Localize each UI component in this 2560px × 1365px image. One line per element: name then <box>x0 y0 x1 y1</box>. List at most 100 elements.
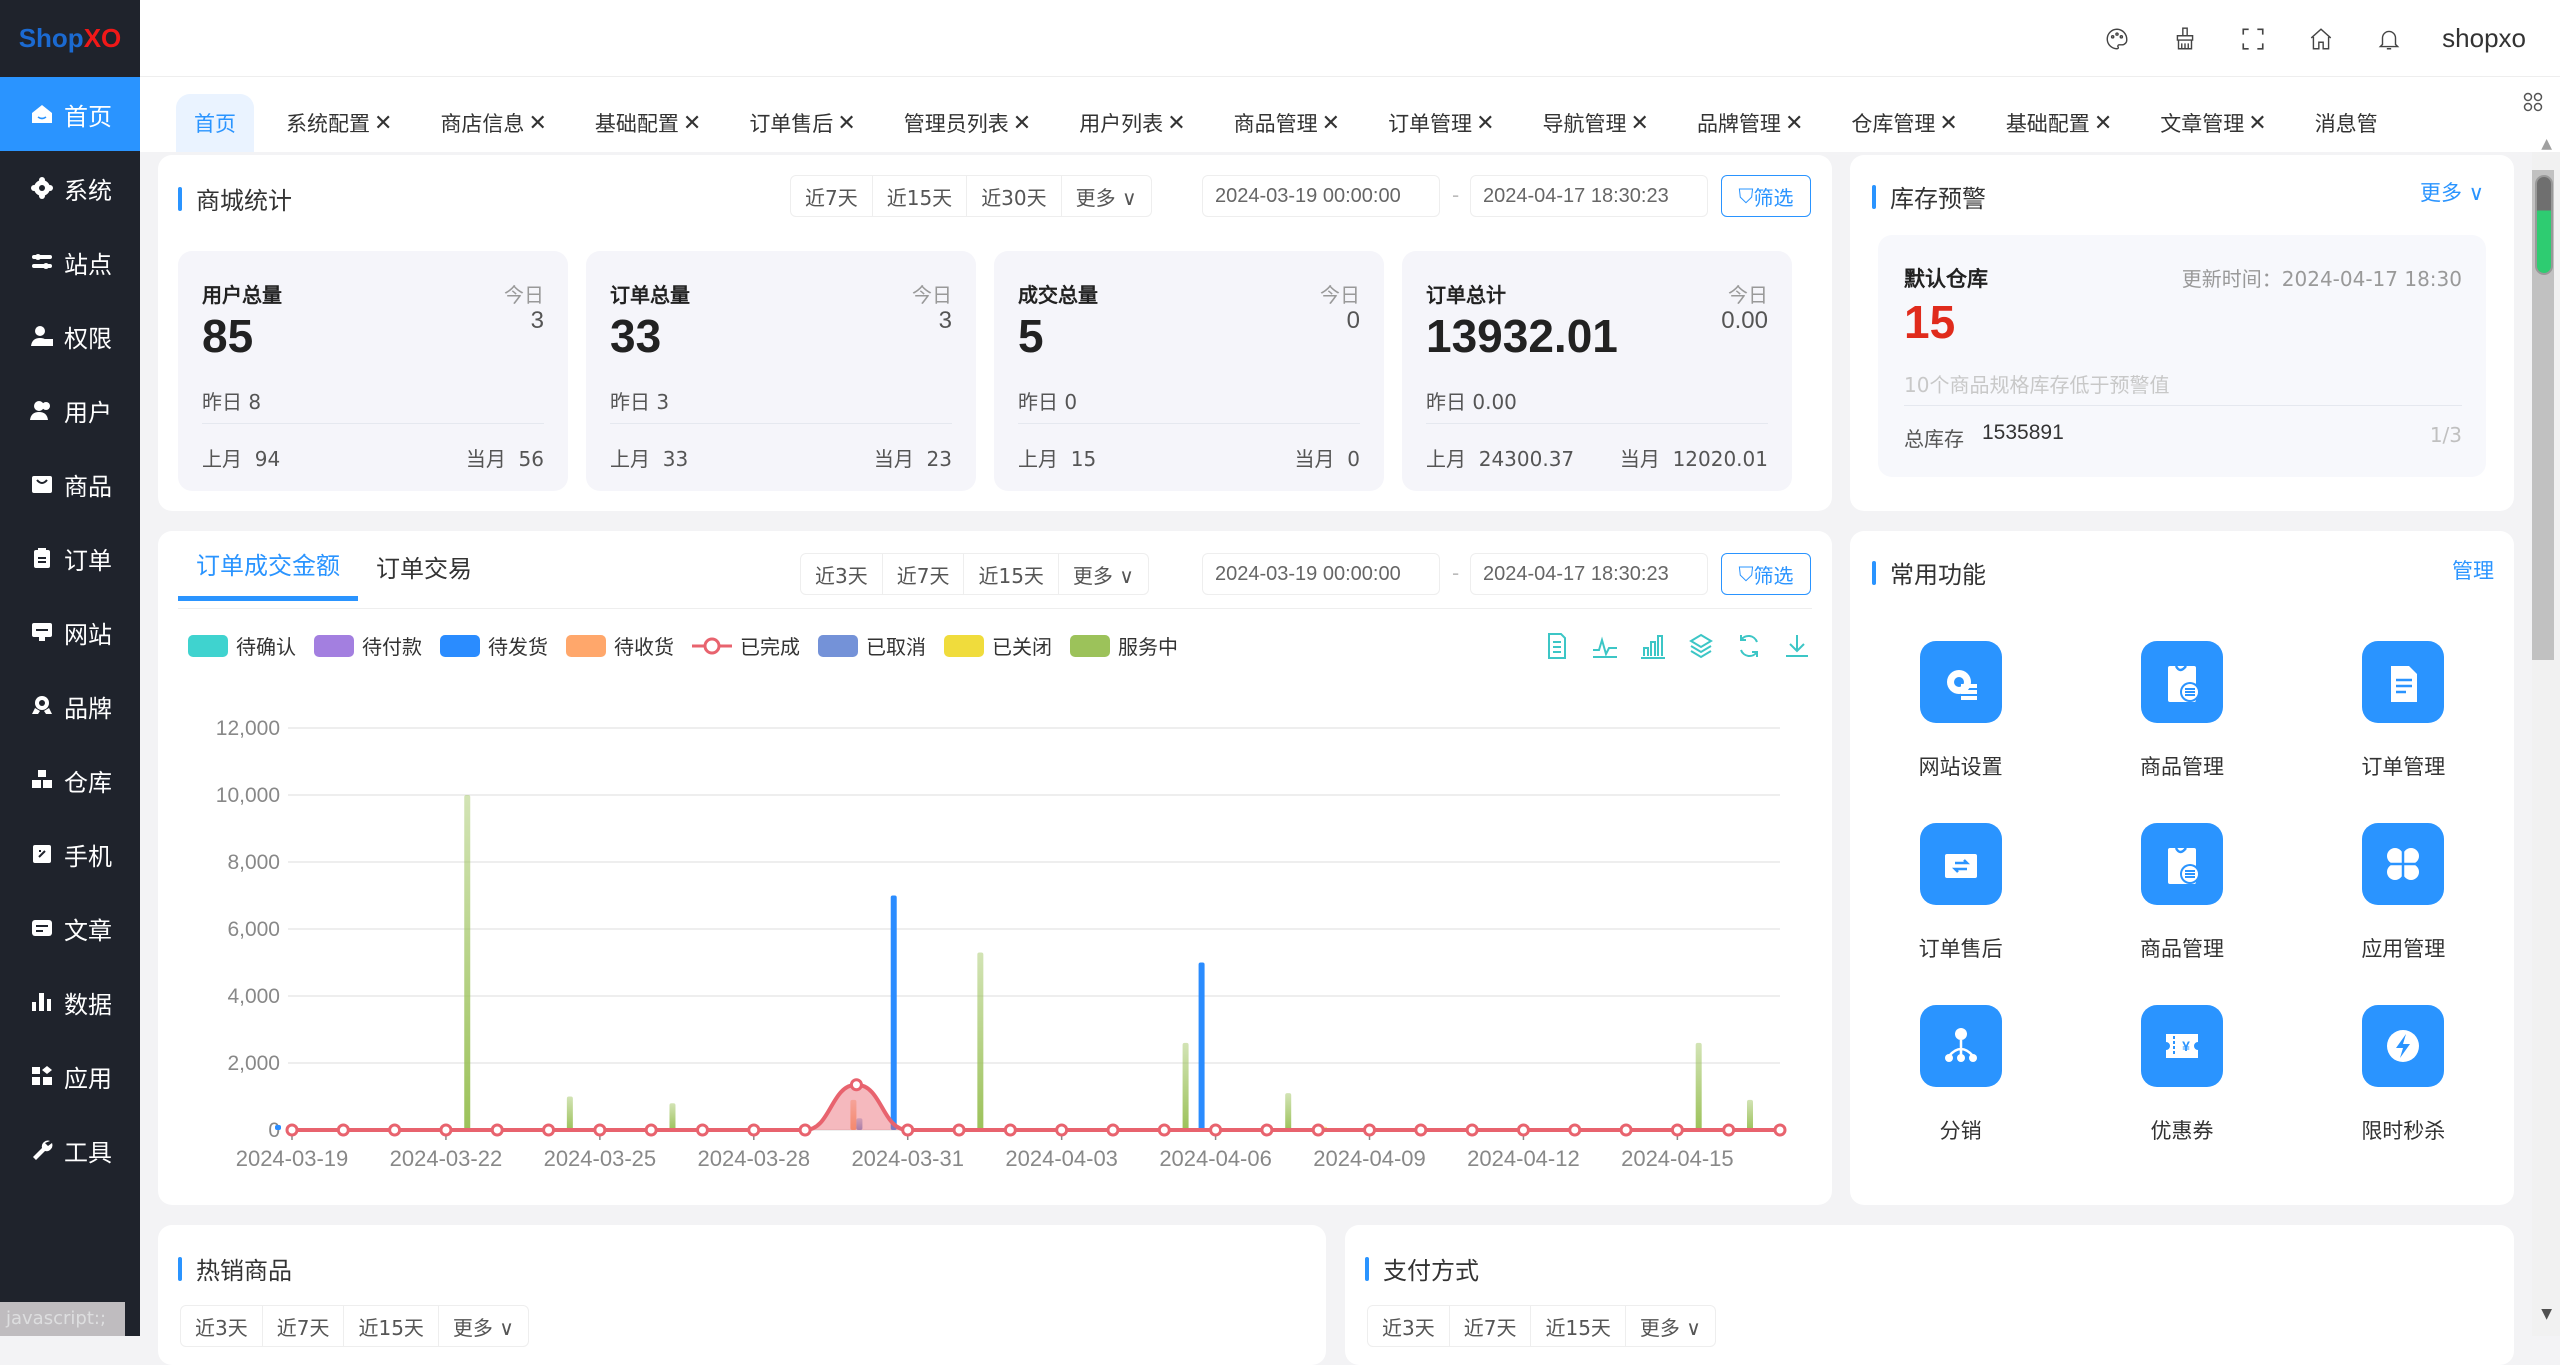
sidebar-item[interactable]: 应用 <box>0 1039 140 1113</box>
close-icon[interactable]: ✕ <box>837 111 855 136</box>
tabs-menu-icon[interactable] <box>2522 91 2546 115</box>
page-tab[interactable]: 订单售后 ✕ <box>733 94 871 152</box>
bell-icon[interactable] <box>2374 24 2404 54</box>
function-item[interactable]: 订单管理 <box>2293 631 2514 813</box>
page-tab[interactable]: 文章管理 ✕ <box>2144 94 2282 152</box>
warehouse-pager[interactable]: 1/3 <box>2430 423 2462 447</box>
range-15-days[interactable]: 近15天 <box>1531 1306 1626 1346</box>
close-icon[interactable]: ✕ <box>528 111 546 136</box>
range-more-dropdown[interactable]: 更多 ∨ <box>1626 1306 1715 1346</box>
range-7-days[interactable]: 近7天 <box>263 1306 345 1346</box>
stat-total-value: 13932.01 <box>1426 310 1618 362</box>
bar <box>1198 962 1205 1130</box>
stat-last-month-value: 15 <box>1070 447 1097 471</box>
sidebar-item[interactable]: 权限 <box>0 299 140 373</box>
start-date-input[interactable]: 2024-03-19 00:00:00 <box>1202 175 1440 217</box>
close-icon[interactable]: ✕ <box>1476 111 1494 136</box>
function-item[interactable]: 商品管理 <box>2071 631 2292 813</box>
function-item[interactable]: 商品管理 <box>2071 813 2292 995</box>
range-3-days[interactable]: 近3天 <box>1368 1306 1450 1346</box>
warehouse-card[interactable]: 默认仓库 更新时间：2024-04-17 18:30 15 10个商品规格库存低… <box>1878 235 2486 477</box>
range-more-dropdown[interactable]: 更多 ∨ <box>1062 176 1151 216</box>
close-icon[interactable]: ✕ <box>1322 111 1340 136</box>
range-15-days[interactable]: 近15天 <box>873 176 968 216</box>
close-icon[interactable]: ✕ <box>1785 111 1803 136</box>
sidebar-item[interactable]: 系统 <box>0 151 140 225</box>
flash-sale-icon <box>2362 1005 2445 1087</box>
data-point <box>695 1123 709 1137</box>
filter-button[interactable]: ⛉ 筛选 <box>1721 175 1811 217</box>
function-item[interactable]: 订单售后 <box>1850 813 2071 995</box>
page-tab[interactable]: 品牌管理 ✕ <box>1681 94 1819 152</box>
divider <box>1018 423 1360 424</box>
close-icon[interactable]: ✕ <box>2248 111 2266 136</box>
range-7-days[interactable]: 近7天 <box>1450 1306 1532 1346</box>
close-icon[interactable]: ✕ <box>1013 111 1031 136</box>
page-tab[interactable]: 导航管理 ✕ <box>1527 94 1665 152</box>
range-15-days[interactable]: 近15天 <box>344 1306 439 1346</box>
sidebar-item[interactable]: 仓库 <box>0 743 140 817</box>
page-tab[interactable]: 管理员列表 ✕ <box>888 94 1047 152</box>
page-tab[interactable]: 订单管理 ✕ <box>1372 94 1510 152</box>
close-icon[interactable]: ✕ <box>1631 111 1649 136</box>
stat-last-month: 上月 33 <box>610 443 688 472</box>
function-item[interactable]: 分销 <box>1850 995 2071 1177</box>
page-tab[interactable]: 基础配置 ✕ <box>1990 94 2128 152</box>
scroll-down-arrow[interactable]: ▼ <box>2541 1306 2552 1322</box>
close-icon[interactable]: ✕ <box>1939 111 1957 136</box>
function-item[interactable]: 网站设置 <box>1850 631 2071 813</box>
stock-more-link[interactable]: 更多 ∨ <box>2420 177 2484 207</box>
payment-title: 支付方式 <box>1365 1251 1479 1286</box>
page-tab[interactable]: 商店信息 ✕ <box>424 94 562 152</box>
sidebar-item[interactable]: 商品 <box>0 447 140 521</box>
close-icon[interactable]: ✕ <box>683 111 701 136</box>
end-date-input[interactable]: 2024-04-17 18:30:23 <box>1470 175 1708 217</box>
sidebar-item[interactable]: 文章 <box>0 891 140 965</box>
sidebar-item[interactable]: 用户 <box>0 373 140 447</box>
palette-icon[interactable] <box>2102 24 2132 54</box>
page-tab-label: 商品管理 <box>1233 112 1318 136</box>
stat-today-label: 今日 <box>504 283 544 307</box>
close-icon[interactable]: ✕ <box>2094 111 2112 136</box>
function-item[interactable]: 限时秒杀 <box>2293 995 2514 1177</box>
page-tab[interactable]: 首页 <box>176 94 254 152</box>
divider <box>1904 405 2462 406</box>
manage-functions-link[interactable]: 管理 <box>2452 555 2494 585</box>
brand-logo[interactable]: Shop XO <box>0 0 140 77</box>
range-more-dropdown[interactable]: 更多 ∨ <box>439 1306 528 1346</box>
page-tab[interactable]: 系统配置 ✕ <box>270 94 408 152</box>
range-7-days[interactable]: 近7天 <box>791 176 873 216</box>
function-item[interactable]: ¥ 优惠券 <box>2071 995 2292 1177</box>
function-item[interactable]: 应用管理 <box>2293 813 2514 995</box>
range-3-days[interactable]: 近3天 <box>181 1306 263 1346</box>
page-tab[interactable]: 基础配置 ✕ <box>579 94 717 152</box>
sidebar-item-label: 仓库 <box>64 768 112 797</box>
page-tab[interactable]: 用户列表 ✕ <box>1063 94 1201 152</box>
fullscreen-icon[interactable] <box>2238 24 2268 54</box>
scroll-up-arrow[interactable]: ▲ <box>2541 136 2552 152</box>
page-tab[interactable]: 商品管理 ✕ <box>1218 94 1356 152</box>
sidebar-item[interactable]: 网站 <box>0 595 140 669</box>
stat-this-month-value: 23 <box>926 447 952 471</box>
home-icon[interactable] <box>2306 24 2336 54</box>
close-icon[interactable]: ✕ <box>374 111 392 136</box>
function-label: 订单售后 <box>1918 937 2003 961</box>
close-icon[interactable]: ✕ <box>1167 111 1185 136</box>
sidebar-item[interactable]: 数据 <box>0 965 140 1039</box>
range-30-days[interactable]: 近30天 <box>967 176 1062 216</box>
stat-this-month-label: 当月 <box>1619 447 1660 471</box>
username-menu[interactable]: shopxo <box>2442 23 2526 54</box>
page-tab[interactable]: 消息管 <box>2299 94 2394 152</box>
brush-icon[interactable] <box>2170 24 2200 54</box>
x-tick-label: 2024-03-22 <box>390 1146 503 1171</box>
sidebar-item[interactable]: 工具 <box>0 1113 140 1187</box>
divider <box>202 423 544 424</box>
x-tick-label: 2024-04-15 <box>1621 1146 1734 1171</box>
sidebar-item[interactable]: 站点 <box>0 225 140 299</box>
sidebar-item[interactable]: 订单 <box>0 521 140 595</box>
sidebar-item[interactable]: 品牌 <box>0 669 140 743</box>
sidebar-item[interactable]: 首页 <box>0 77 140 151</box>
page-tab[interactable]: 仓库管理 ✕ <box>1835 94 1973 152</box>
bar-chart-icon <box>30 990 54 1014</box>
sidebar-item[interactable]: 手机 <box>0 817 140 891</box>
